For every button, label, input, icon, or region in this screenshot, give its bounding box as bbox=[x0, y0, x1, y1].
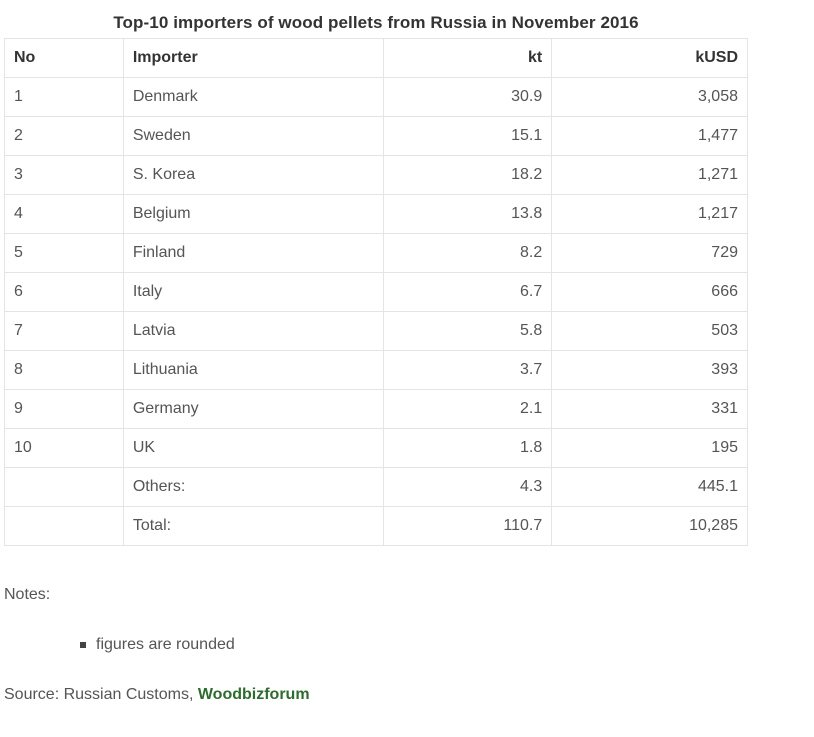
table-row: 1 Denmark 30.9 3,058 bbox=[4, 77, 748, 117]
cell-kusd: 10,285 bbox=[551, 506, 748, 546]
table-row: 9 Germany 2.1 331 bbox=[4, 389, 748, 429]
cell-importer: Others: bbox=[122, 467, 385, 507]
table-row: 3 S. Korea 18.2 1,271 bbox=[4, 155, 748, 195]
table-row: 5 Finland 8.2 729 bbox=[4, 233, 748, 273]
table-row-others: Others: 4.3 445.1 bbox=[4, 467, 748, 507]
cell-importer: S. Korea bbox=[122, 155, 385, 195]
cell-no: 8 bbox=[4, 350, 124, 390]
cell-no: 9 bbox=[4, 389, 124, 429]
table-row: 2 Sweden 15.1 1,477 bbox=[4, 116, 748, 156]
table-row: 7 Latvia 5.8 503 bbox=[4, 311, 748, 351]
cell-kt: 8.2 bbox=[383, 233, 553, 273]
notes-list-item: figures are rounded bbox=[80, 636, 235, 654]
table-row: 8 Lithuania 3.7 393 bbox=[4, 350, 748, 390]
table-row: 10 UK 1.8 195 bbox=[4, 428, 748, 468]
cell-kusd: 1,477 bbox=[551, 116, 748, 156]
cell-importer: Denmark bbox=[122, 77, 385, 117]
cell-importer: Total: bbox=[122, 506, 385, 546]
table-row: 6 Italy 6.7 666 bbox=[4, 272, 748, 312]
cell-no: 6 bbox=[4, 272, 124, 312]
cell-no: 3 bbox=[4, 155, 124, 195]
cell-no bbox=[4, 467, 124, 507]
cell-no: 1 bbox=[4, 77, 124, 117]
cell-kt: 1.8 bbox=[383, 428, 553, 468]
cell-no: 7 bbox=[4, 311, 124, 351]
cell-kusd: 195 bbox=[551, 428, 748, 468]
cell-no bbox=[4, 506, 124, 546]
cell-kusd: 1,271 bbox=[551, 155, 748, 195]
cell-kt: 5.8 bbox=[383, 311, 553, 351]
table-header-row: No Importer kt kUSD bbox=[4, 38, 748, 78]
source-line: Source: Russian Customs, Woodbizforum bbox=[4, 686, 310, 704]
cell-kt: 15.1 bbox=[383, 116, 553, 156]
cell-no: 5 bbox=[4, 233, 124, 273]
column-header-kusd: kUSD bbox=[551, 38, 748, 78]
cell-no: 4 bbox=[4, 194, 124, 234]
cell-importer: Germany bbox=[122, 389, 385, 429]
cell-kt: 30.9 bbox=[383, 77, 553, 117]
cell-importer: Sweden bbox=[122, 116, 385, 156]
cell-kusd: 3,058 bbox=[551, 77, 748, 117]
notes-item-text: figures are rounded bbox=[96, 636, 235, 653]
cell-importer: Italy bbox=[122, 272, 385, 312]
cell-importer: Latvia bbox=[122, 311, 385, 351]
cell-kusd: 445.1 bbox=[551, 467, 748, 507]
square-bullet-icon bbox=[80, 642, 86, 648]
cell-kt: 2.1 bbox=[383, 389, 553, 429]
cell-no: 2 bbox=[4, 116, 124, 156]
column-header-importer: Importer bbox=[122, 38, 385, 78]
woodbizforum-link[interactable]: Woodbizforum bbox=[198, 686, 310, 703]
table-row: 4 Belgium 13.8 1,217 bbox=[4, 194, 748, 234]
cell-kusd: 1,217 bbox=[551, 194, 748, 234]
cell-kt: 3.7 bbox=[383, 350, 553, 390]
notes-label: Notes: bbox=[4, 586, 51, 603]
column-header-no: No bbox=[4, 38, 124, 78]
cell-kusd: 729 bbox=[551, 233, 748, 273]
cell-kusd: 393 bbox=[551, 350, 748, 390]
cell-kusd: 331 bbox=[551, 389, 748, 429]
cell-importer: Belgium bbox=[122, 194, 385, 234]
cell-kt: 18.2 bbox=[383, 155, 553, 195]
cell-importer: Lithuania bbox=[122, 350, 385, 390]
cell-kt: 4.3 bbox=[383, 467, 553, 507]
column-header-kt: kt bbox=[383, 38, 553, 78]
cell-kusd: 503 bbox=[551, 311, 748, 351]
table-row-total: Total: 110.7 10,285 bbox=[4, 506, 748, 546]
cell-no: 10 bbox=[4, 428, 124, 468]
cell-kusd: 666 bbox=[551, 272, 748, 312]
source-prefix: Source: Russian Customs, bbox=[4, 686, 198, 703]
cell-importer: Finland bbox=[122, 233, 385, 273]
table-title: Top-10 importers of wood pellets from Ru… bbox=[113, 13, 639, 32]
cell-kt: 13.8 bbox=[383, 194, 553, 234]
cell-kt: 110.7 bbox=[383, 506, 553, 546]
cell-kt: 6.7 bbox=[383, 272, 553, 312]
importers-table: No Importer kt kUSD 1 Denmark 30.9 3,058… bbox=[4, 38, 748, 546]
cell-importer: UK bbox=[122, 428, 385, 468]
